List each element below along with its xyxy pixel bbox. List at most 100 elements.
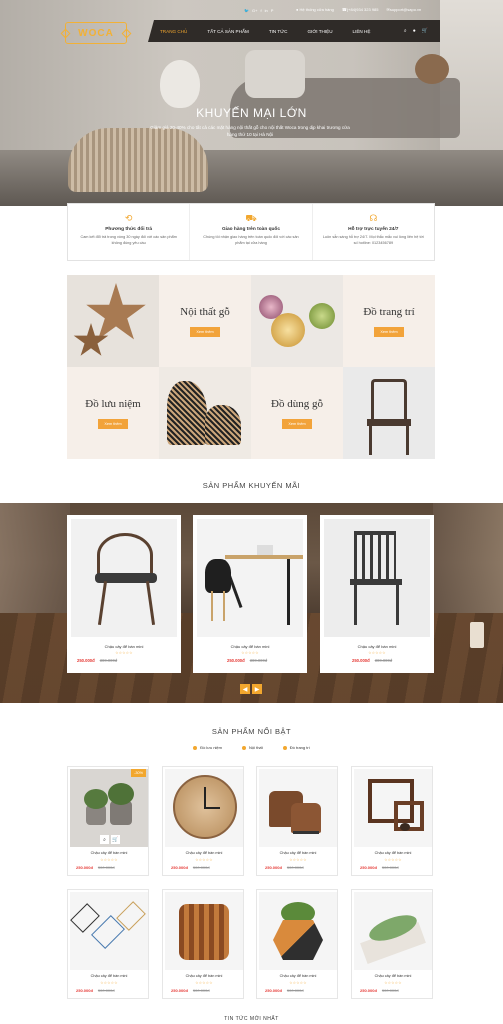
next-arrow-icon[interactable]: ▶ <box>252 684 262 694</box>
zoom-icon[interactable]: ⌕ <box>100 835 109 844</box>
product-image[interactable] <box>165 892 243 970</box>
search-icon[interactable]: ⌕ <box>404 28 407 34</box>
pinterest-icon[interactable]: P <box>271 8 274 13</box>
hero-subtitle: Giảm giá 20-40% cho tất cả các mặt hàng … <box>150 125 350 137</box>
google-plus-icon[interactable]: G+ <box>252 8 257 13</box>
desk-leg <box>287 559 290 625</box>
category-image-chair[interactable] <box>343 367 435 459</box>
chair-shell <box>205 559 231 593</box>
product-name[interactable]: Chậu cây để bàn mini <box>193 644 307 649</box>
category-name: Nội thất gỗ <box>180 305 230 318</box>
category-image-stars[interactable] <box>67 275 159 367</box>
featured-product-card[interactable]: ⌕ 🛒 -30% Chậu cây để bàn mini ☆☆☆☆☆ 250.… <box>67 766 149 876</box>
wood-basket <box>179 904 229 960</box>
old-price: 300.000đ <box>374 658 393 663</box>
logo[interactable]: WOCA <box>65 22 127 44</box>
facebook-icon[interactable]: f <box>260 8 261 13</box>
product-price: 250.000đ 300.000đ <box>76 988 115 993</box>
old-price: 300.000đ <box>97 988 115 993</box>
category-image-birds[interactable] <box>159 367 251 459</box>
phone-link[interactable]: ☎(+84)934 323 985 <box>342 7 379 12</box>
product-price: 250.000đ 300.000đ <box>352 658 392 663</box>
promo-product-card[interactable]: Chậu cây để bàn mini ☆☆☆☆☆ 250.000đ 300.0… <box>193 515 307 673</box>
chair-back <box>354 531 396 581</box>
category-wood-furniture: Nội thất gỗ Xem thêm <box>159 275 251 367</box>
category-image-lamps[interactable] <box>251 275 343 367</box>
old-price: 300.000đ <box>97 865 115 870</box>
tab-souvenir[interactable]: Đồ lưu niệm <box>193 745 222 750</box>
view-more-button[interactable]: Xem thêm <box>282 418 312 429</box>
product-name[interactable]: Chậu cây để bàn mini <box>352 974 434 978</box>
product-price: 250.000đ 300.000đ <box>77 658 117 663</box>
feature-title: Phương thức đổi trả <box>105 227 153 232</box>
product-image[interactable] <box>324 519 430 637</box>
twitter-icon[interactable]: 🐦 <box>244 8 249 13</box>
view-more-button[interactable]: Xem thêm <box>98 418 128 429</box>
nav-about[interactable]: GIỚI THIỆU <box>307 29 332 34</box>
phone-label: (+84)934 323 985 <box>346 7 379 12</box>
featured-product-card[interactable]: Chậu cây để bàn mini ☆☆☆☆☆ 250.000đ 300.0… <box>256 766 338 876</box>
product-image[interactable] <box>71 519 177 637</box>
featured-product-card[interactable]: Chậu cây để bàn mini ☆☆☆☆☆ 250.000đ 300.0… <box>162 766 244 876</box>
promo-product-card[interactable]: Chậu cây để bàn mini ☆☆☆☆☆ 250.000đ 300.0… <box>67 515 181 673</box>
nav-contact[interactable]: LIÊN HỆ <box>353 29 371 34</box>
product-name[interactable]: Chậu cây để bàn mini <box>320 644 434 649</box>
user-icon[interactable]: ● <box>413 28 416 34</box>
product-name[interactable]: Chậu cây để bàn mini <box>352 851 434 855</box>
featured-product-card[interactable]: Chậu cây để bàn mini ☆☆☆☆☆ 250.000đ 300.0… <box>256 889 338 999</box>
product-image[interactable] <box>354 892 432 970</box>
cart-icon[interactable]: 🛒 <box>111 835 120 844</box>
store-system-label: Hệ thống cửa hàng <box>299 7 334 12</box>
featured-product-card[interactable]: Chậu cây để bàn mini ☆☆☆☆☆ 250.000đ 300.0… <box>67 889 149 999</box>
prev-arrow-icon[interactable]: ◀ <box>240 684 250 694</box>
sale-price: 250.000đ <box>360 988 377 993</box>
pendant-lamp <box>309 303 335 329</box>
feature-desc: Cam kết đổi trả trong vòng 30 ngày đối v… <box>80 235 177 245</box>
product-image[interactable] <box>165 769 243 847</box>
category-name: Đồ dùng gỗ <box>271 397 323 410</box>
product-image[interactable] <box>197 519 303 637</box>
product-image[interactable] <box>259 769 337 847</box>
product-image[interactable]: ⌕ 🛒 <box>70 769 148 847</box>
rating-stars: ☆☆☆☆☆ <box>100 858 118 862</box>
candle-decor <box>470 622 484 648</box>
clock-hand <box>204 807 220 809</box>
feature-desc: Luôn sẵn sàng hỗ trợ 24/7. Mọi thắc mắc … <box>322 235 424 245</box>
product-name[interactable]: Chậu cây để bàn mini <box>257 851 339 855</box>
chair-seat <box>350 579 402 585</box>
product-image[interactable] <box>70 892 148 970</box>
old-price: 300.000đ <box>249 658 268 663</box>
nav-news[interactable]: TIN TỨC <box>269 29 288 34</box>
email-link[interactable]: ✉support@sapo.vn <box>387 7 422 12</box>
featured-product-card[interactable]: Chậu cây để bàn mini ☆☆☆☆☆ 250.000đ 300.0… <box>351 889 433 999</box>
product-name[interactable]: Chậu cây để bàn mini <box>163 974 245 978</box>
hero-cushion-image <box>245 50 305 98</box>
tab-furniture[interactable]: Nội thất <box>241 745 263 750</box>
cart-icon[interactable]: 🛒 <box>422 28 428 34</box>
tab-label: Đồ trang trí <box>289 745 310 750</box>
nav-home[interactable]: TRANG CHỦ <box>160 29 187 34</box>
featured-product-card[interactable]: Chậu cây để bàn mini ☆☆☆☆☆ 250.000đ 300.0… <box>351 766 433 876</box>
product-name[interactable]: Chậu cây để bàn mini <box>257 974 339 978</box>
product-name[interactable]: Chậu cây để bàn mini <box>68 851 150 855</box>
hero-plant-image <box>415 54 449 84</box>
product-image[interactable] <box>354 769 432 847</box>
nav-all-products[interactable]: TẤT CẢ SẢN PHẨM <box>207 29 249 34</box>
linkedin-icon[interactable]: in <box>265 8 268 13</box>
product-name[interactable]: Chậu cây để bàn mini <box>67 644 181 649</box>
rating-stars: ☆☆☆☆☆ <box>195 858 213 862</box>
product-name[interactable]: Chậu cây để bàn mini <box>163 851 245 855</box>
view-more-button[interactable]: Xem thêm <box>190 326 220 337</box>
store-system-link[interactable]: ● Hệ thống cửa hàng <box>296 7 334 12</box>
tab-decor[interactable]: Đồ trang trí <box>282 745 310 750</box>
rating-stars: ☆☆☆☆☆ <box>195 981 213 985</box>
feature-title: Hỗ trợ trực tuyến 24/7 <box>348 227 399 232</box>
view-more-button[interactable]: Xem thêm <box>374 326 404 337</box>
featured-product-card[interactable]: Chậu cây để bàn mini ☆☆☆☆☆ 250.000đ 300.0… <box>162 889 244 999</box>
map-pin-icon: ● <box>296 7 299 12</box>
product-image[interactable] <box>259 892 337 970</box>
promo-product-card[interactable]: Chậu cây để bàn mini ☆☆☆☆☆ 250.000đ 300.0… <box>320 515 434 673</box>
side-table <box>291 803 321 833</box>
category-wood-items: Đồ dùng gỗ Xem thêm <box>251 367 343 459</box>
product-name[interactable]: Chậu cây để bàn mini <box>68 974 150 978</box>
